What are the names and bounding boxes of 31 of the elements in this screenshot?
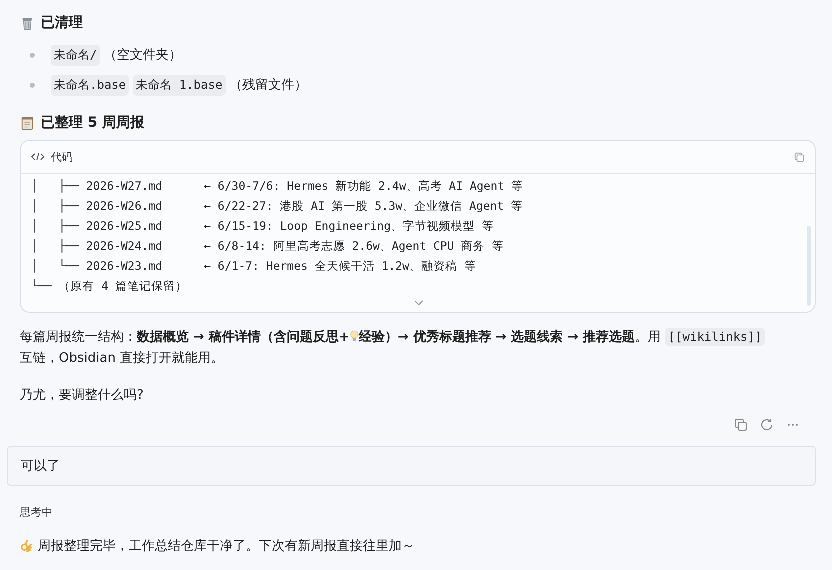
code-label: 代码 xyxy=(51,150,73,164)
summary-text: 经验）→ 优秀标题推荐 → 选题线索 → 推荐选题。用 xyxy=(358,330,662,345)
code-line: │ ├── 2026-W26.md ← 6/22-27: 港股 AI 第一股 5.3w、企业微信 Agent 等 xyxy=(31,198,524,215)
code-line: │ ├── 2026-W25.md ← 6/15-19: Loop Engineering、字节视频模型 等 xyxy=(31,218,495,235)
status-text: 思考中 xyxy=(20,505,54,520)
bullet-note: （空文件夹） xyxy=(104,47,182,64)
code-line: │ ├── 2026-W27.md ← 6/30-7/6: Hermes 新功能 2.4w、高考 AI Agent 等 xyxy=(31,178,524,195)
user-message: 可以了 xyxy=(7,446,816,486)
code-icon xyxy=(31,152,45,162)
code-line: │ └── 2026-W23.md ← 6/1-7: Hermes 全天候干活 1.2w、融资稿 等 xyxy=(31,258,478,275)
notepad-icon xyxy=(20,116,35,130)
inline-code: 未命名 1.base xyxy=(133,74,226,96)
copy-icon[interactable] xyxy=(794,152,805,162)
section-heading: 已整理 5 周周报 xyxy=(41,114,144,132)
section-heading: 已清理 xyxy=(41,14,83,32)
inline-code: 未命名.base xyxy=(51,74,130,96)
summary-text: 互链，Obsidian 直接打开就能用。 xyxy=(20,350,224,368)
code-line: └── （原有 4 篇笔记保留） xyxy=(31,278,188,295)
summary-text: 每篇周报统一结构：数据概览 → 稿件详情（含问题反思+ xyxy=(20,330,350,345)
bullet-note: （残留文件） xyxy=(230,77,308,94)
inline-code: 未命名/ xyxy=(51,44,100,66)
lightbulb-icon xyxy=(350,330,359,343)
question-text: 乃尤，要调整什么吗? xyxy=(20,387,145,405)
ok-hand-icon xyxy=(20,540,33,552)
refresh-icon[interactable] xyxy=(760,418,774,432)
copy-icon[interactable] xyxy=(734,418,748,432)
reply-text: 周报整理完毕，工作总结仓库干净了。下次有新周报直接往里加～ xyxy=(38,538,415,555)
chevron-down-icon[interactable] xyxy=(414,300,424,306)
code-line: │ ├── 2026-W24.md ← 6/8-14: 阿里高考志愿 2.6w、Agent CPU 商务 等 xyxy=(31,238,506,255)
trash-icon xyxy=(20,16,35,30)
inline-code: [[wikilinks]] xyxy=(665,328,766,346)
